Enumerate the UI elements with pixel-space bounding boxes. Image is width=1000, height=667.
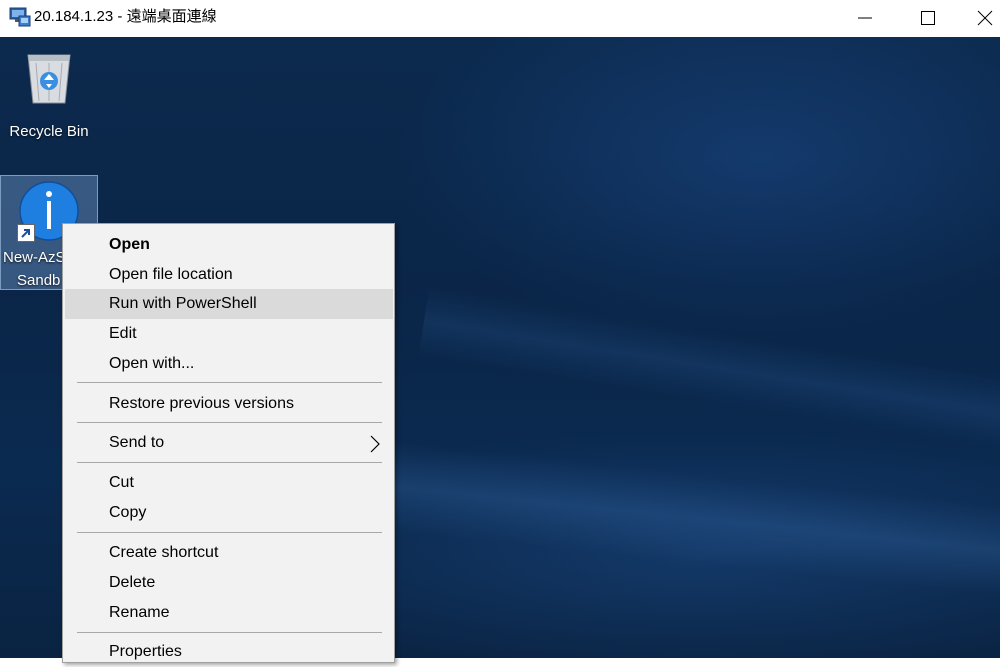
menu-item-send-to[interactable]: Send to	[65, 428, 393, 458]
menu-item-run-with-powershell[interactable]: Run with PowerShell	[65, 289, 393, 319]
menu-item-label: Restore previous versions	[109, 395, 294, 412]
menu-item-label: Rename	[109, 604, 170, 621]
menu-item-cut[interactable]: Cut	[65, 468, 393, 498]
menu-item-label: Run with PowerShell	[109, 295, 257, 312]
wallpaper-light-streak	[377, 440, 1000, 604]
menu-item-open[interactable]: Open	[65, 230, 393, 260]
recycle-bin-icon	[22, 47, 76, 105]
menu-item-label: Open file location	[109, 266, 233, 283]
menu-item-label: Edit	[109, 325, 137, 342]
menu-item-label: Open with...	[109, 355, 195, 372]
minimize-icon	[858, 17, 872, 19]
close-button[interactable]	[962, 0, 1000, 36]
menu-separator	[77, 382, 382, 383]
remote-desktop-icon	[9, 7, 31, 27]
menu-item-label: Delete	[109, 574, 156, 591]
shortcut-arrow-icon	[17, 224, 35, 242]
maximize-icon	[921, 11, 935, 25]
title-bar: 20.184.1.23 - 遠端桌面連線	[0, 0, 1000, 37]
menu-item-rename[interactable]: Rename	[65, 598, 393, 628]
menu-item-label: Send to	[109, 434, 165, 451]
menu-item-create-shortcut[interactable]: Create shortcut	[65, 538, 393, 568]
menu-separator	[77, 632, 382, 633]
menu-item-copy[interactable]: Copy	[65, 498, 393, 528]
menu-item-open-file-location[interactable]: Open file location	[65, 260, 393, 290]
menu-separator	[77, 422, 382, 423]
menu-item-open-with[interactable]: Open with...	[65, 349, 393, 379]
menu-item-delete[interactable]: Delete	[65, 568, 393, 598]
menu-item-edit[interactable]: Edit	[65, 319, 393, 349]
desktop-icon-recycle-bin[interactable]: Recycle Bin	[0, 45, 98, 140]
menu-item-label: Copy	[109, 504, 147, 521]
chevron-right-icon	[369, 435, 381, 458]
menu-item-label: Properties	[109, 643, 182, 660]
menu-item-label: Open	[109, 236, 150, 253]
menu-item-restore-previous-versions[interactable]: Restore previous versions	[65, 389, 393, 419]
wallpaper-light-streak	[418, 286, 1000, 458]
maximize-button[interactable]	[905, 0, 951, 36]
recycle-bin-label: Recycle Bin	[9, 123, 89, 140]
close-icon	[977, 10, 993, 26]
context-menu: Open Open file location Run with PowerSh…	[62, 223, 395, 663]
minimize-button[interactable]	[842, 0, 888, 36]
menu-item-label: Cut	[109, 474, 134, 491]
menu-separator	[77, 532, 382, 533]
window-title: 20.184.1.23 - 遠端桌面連線	[34, 8, 217, 25]
shortcut-label-line2: Sandb	[17, 272, 61, 289]
menu-separator	[77, 462, 382, 463]
menu-item-label: Create shortcut	[109, 544, 219, 561]
menu-item-properties[interactable]: Properties	[65, 637, 393, 667]
shortcut-label-line1: New-AzS	[3, 249, 66, 266]
